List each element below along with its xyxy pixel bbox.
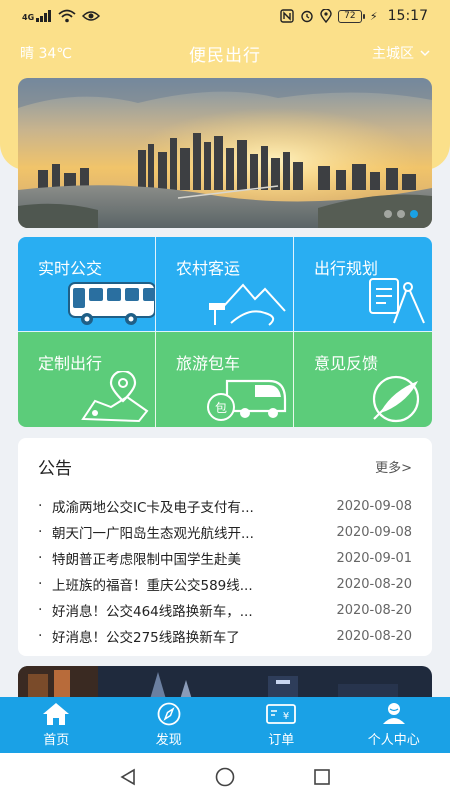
network-type: 4G xyxy=(22,13,35,22)
system-nav-bar xyxy=(0,753,450,800)
status-bar: 4G 72 ⚡ 15:17 xyxy=(0,0,450,32)
tab-label: 个人中心 xyxy=(367,733,420,748)
weather-label: 晴 34℃ xyxy=(20,46,72,62)
location-icon xyxy=(320,9,332,23)
charter-bus-icon: 包 xyxy=(207,379,287,421)
page-title: 便民出行 xyxy=(189,45,261,66)
status-left: 4G xyxy=(22,9,101,23)
notice-date: 2020-09-08 xyxy=(336,524,412,540)
svg-text:包: 包 xyxy=(215,401,227,415)
feedback-pen-icon xyxy=(372,375,420,423)
tab-label: 订单 xyxy=(268,733,295,748)
bullet-icon: · xyxy=(38,628,43,644)
tab-home[interactable]: 首页 xyxy=(0,697,113,753)
notice-date: 2020-08-20 xyxy=(336,602,412,618)
order-ticket-icon: ¥ xyxy=(266,702,297,726)
city-skyline-image xyxy=(18,78,432,228)
tab-label: 发现 xyxy=(155,733,182,748)
recents-icon[interactable] xyxy=(313,768,331,786)
carousel-dot[interactable] xyxy=(384,210,392,218)
tab-discover[interactable]: 发现 xyxy=(113,697,226,753)
notice-item[interactable]: · 特朗普正考虑限制中国学生赴美 2020-09-01 xyxy=(38,545,412,571)
notice-text: 上班族的福音！重庆公交589线... xyxy=(52,578,253,594)
district-selector[interactable]: 主城区 xyxy=(320,43,430,63)
notice-item[interactable]: · 成渝两地公交IC卡及电子支付有... 2020-09-08 xyxy=(38,493,412,519)
back-icon[interactable] xyxy=(119,768,137,786)
home-icon xyxy=(42,702,70,726)
battery-icon: 72 xyxy=(337,9,365,23)
svg-text:¥: ¥ xyxy=(283,711,289,722)
bullet-icon: · xyxy=(38,524,43,540)
bottom-tab-bar: 首页 发现 ¥ 订单 个人中心 xyxy=(0,697,450,753)
notice-item[interactable]: · 上班族的福音！重庆公交589线... 2020-08-20 xyxy=(38,571,412,597)
notice-date: 2020-08-20 xyxy=(336,576,412,592)
home-circle-icon[interactable] xyxy=(215,767,235,787)
charging-icon: ⚡ xyxy=(369,9,378,23)
service-grid: 实时公交 农村客运 出行规划 定制出行 旅游包车 包 意见反馈 xyxy=(18,237,432,427)
carousel-dot[interactable] xyxy=(397,210,405,218)
tab-orders[interactable]: ¥ 订单 xyxy=(225,697,338,753)
user-icon xyxy=(381,702,407,726)
bus-icon xyxy=(68,282,155,325)
clock: 15:17 xyxy=(387,8,428,24)
tile-rural-transport[interactable]: 农村客运 xyxy=(156,237,294,332)
signal-icon: 4G xyxy=(22,10,52,22)
eye-icon xyxy=(82,11,101,21)
notice-item[interactable]: · 好消息！公交275线路换新车了 2020-08-20 xyxy=(38,623,412,649)
bullet-icon: · xyxy=(38,498,43,514)
tile-trip-planning[interactable]: 出行规划 xyxy=(294,237,432,332)
plan-compass-icon xyxy=(369,278,425,324)
notice-text: 朝天门一广阳岛生态观光航线开... xyxy=(52,526,254,542)
nfc-icon xyxy=(280,9,294,23)
compass-icon xyxy=(156,702,182,726)
notice-list: · 成渝两地公交IC卡及电子支付有... 2020-09-08 · 朝天门一广阳… xyxy=(38,493,412,649)
chevron-down-icon xyxy=(420,49,430,56)
notice-more-link[interactable]: 更多> xyxy=(375,457,412,476)
banner-carousel[interactable] xyxy=(18,78,432,228)
district-label: 主城区 xyxy=(372,46,414,62)
bullet-icon: · xyxy=(38,602,43,618)
notice-text: 好消息！公交464线路换新车，... xyxy=(52,604,253,620)
notice-title: 公告 xyxy=(38,459,72,479)
notice-date: 2020-09-01 xyxy=(336,550,412,566)
tile-feedback[interactable]: 意见反馈 xyxy=(294,332,432,427)
notice-date: 2020-08-20 xyxy=(336,628,412,644)
alarm-icon xyxy=(301,10,313,23)
notice-card: 公告 更多> · 成渝两地公交IC卡及电子支付有... 2020-09-08 ·… xyxy=(18,438,432,656)
bullet-icon: · xyxy=(38,576,43,592)
wifi-icon xyxy=(58,9,76,23)
tile-label: 实时公交 xyxy=(38,259,103,278)
tile-custom-travel[interactable]: 定制出行 xyxy=(18,332,156,427)
notice-date: 2020-09-08 xyxy=(336,498,412,514)
battery-level: 72 xyxy=(344,11,356,21)
carousel-dots xyxy=(384,210,418,218)
tile-realtime-bus[interactable]: 实时公交 xyxy=(18,237,156,332)
bullet-icon: · xyxy=(38,550,43,566)
notice-header: 公告 更多> xyxy=(38,454,412,479)
notice-text: 特朗普正考虑限制中国学生赴美 xyxy=(52,552,241,568)
tile-charter-bus[interactable]: 旅游包车 包 xyxy=(156,332,294,427)
map-pin-icon xyxy=(81,371,149,423)
notice-item[interactable]: · 朝天门一广阳岛生态观光航线开... 2020-09-08 xyxy=(38,519,412,545)
notice-text: 成渝两地公交IC卡及电子支付有... xyxy=(52,500,254,516)
notice-text: 好消息！公交275线路换新车了 xyxy=(52,630,240,646)
status-right: 72 ⚡ 15:17 xyxy=(280,8,428,24)
tab-label: 首页 xyxy=(43,733,70,748)
notice-item[interactable]: · 好消息！公交464线路换新车，... 2020-08-20 xyxy=(38,597,412,623)
tab-profile[interactable]: 个人中心 xyxy=(338,697,450,753)
carousel-dot-active[interactable] xyxy=(410,210,418,218)
app-header: 晴 34℃ 便民出行 主城区 xyxy=(0,36,450,70)
mountain-road-icon xyxy=(209,283,286,326)
tile-label: 农村客运 xyxy=(176,259,241,278)
